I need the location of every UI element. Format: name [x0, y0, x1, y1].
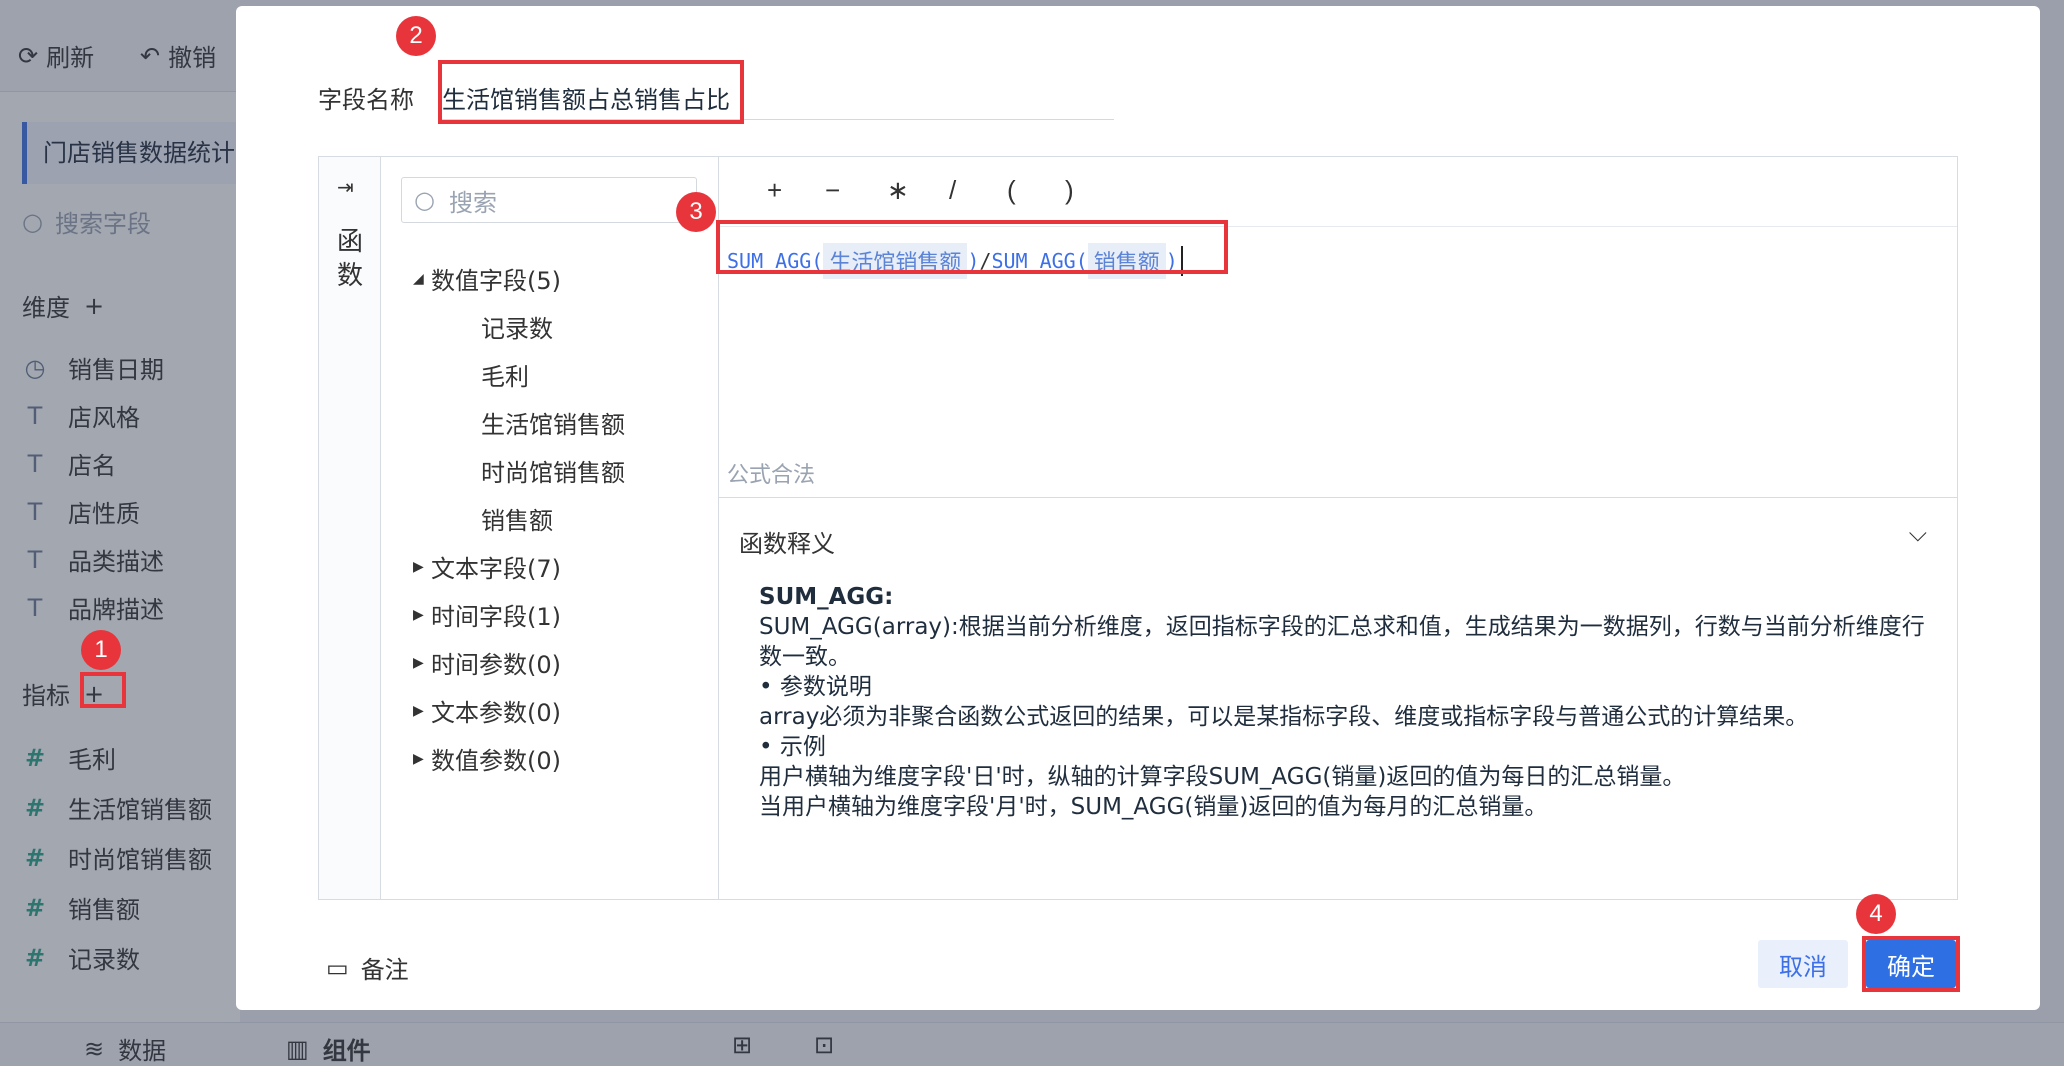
- tree-search-input[interactable]: ○ 搜索: [401, 177, 697, 223]
- expand-arrow-icon: ⇥: [337, 177, 354, 199]
- search-icon: ○: [414, 186, 435, 214]
- tree-group[interactable]: ▶ 时间字段(1): [413, 597, 561, 632]
- caret-right-icon: ▶: [413, 558, 424, 575]
- function-tab[interactable]: 函数: [337, 225, 365, 293]
- comment-icon: ▭: [326, 953, 349, 982]
- function-panel-toggle[interactable]: ⇥ 函数: [319, 157, 381, 899]
- formula-area: + − ∗ / ( ) SUM_AGG( 生活馆销售额 ) / SUM_AGG(…: [719, 157, 1957, 497]
- calculated-field-dialog: 字段名称 生活馆销售额占总销售占比 2 ⇥ 函数 ○ 搜索 ◢ 数值字段(5) …: [236, 6, 2040, 1010]
- highlight-formula: [716, 220, 1228, 274]
- tree-field-item[interactable]: 生活馆销售额: [481, 405, 625, 440]
- tree-group[interactable]: ▶ 时间参数(0): [413, 645, 561, 680]
- tree-group-numeric[interactable]: ◢ 数值字段(5): [413, 261, 561, 296]
- tree-group[interactable]: ▶ 数值参数(0): [413, 741, 561, 776]
- validation-status: 公式合法: [727, 463, 816, 488]
- tree-field-item[interactable]: 时尚馆销售额: [481, 453, 625, 488]
- tree-group[interactable]: ▶ 文本参数(0): [413, 693, 561, 728]
- op-multiply[interactable]: ∗: [887, 175, 909, 206]
- function-explanation: 函数释义 ⌵ SUM_AGG: SUM_AGG(array):根据当前分析维度，…: [719, 497, 1957, 899]
- caret-right-icon: ▶: [413, 750, 424, 767]
- explanation-body: SUM_AGG: SUM_AGG(array):根据当前分析维度，返回指标字段的…: [759, 584, 1925, 820]
- highlight-confirm: [1862, 936, 1960, 992]
- tree-group[interactable]: ▶ 文本字段(7): [413, 549, 561, 584]
- tree-field-item[interactable]: 记录数: [481, 309, 553, 344]
- field-tree: ○ 搜索 ◢ 数值字段(5) 记录数 毛利 生活馆销售额 时尚馆销售额 销售额 …: [381, 157, 719, 899]
- explanation-title: 函数释义: [739, 530, 835, 558]
- tree-field-item[interactable]: 销售额: [481, 501, 553, 536]
- step-badge-2: 2: [396, 16, 436, 56]
- op-right-paren[interactable]: ): [1065, 175, 1074, 206]
- operator-bar: + − ∗ / ( ): [719, 157, 1957, 227]
- caret-right-icon: ▶: [413, 654, 424, 671]
- step-badge-4: 4: [1856, 894, 1896, 934]
- highlight-add-measure: [80, 672, 126, 708]
- caret-right-icon: ▶: [413, 702, 424, 719]
- op-left-paren[interactable]: (: [1007, 175, 1016, 206]
- tree-field-item[interactable]: 毛利: [481, 357, 529, 392]
- op-divide[interactable]: /: [949, 175, 956, 206]
- chevron-down-icon[interactable]: ⌵: [1909, 520, 1927, 548]
- op-plus[interactable]: +: [767, 175, 782, 206]
- op-minus[interactable]: −: [825, 175, 840, 206]
- caret-down-icon: ◢: [413, 270, 424, 287]
- note-button[interactable]: ▭ 备注: [326, 950, 409, 985]
- highlight-field-name: [438, 60, 744, 124]
- cancel-button[interactable]: 取消: [1758, 940, 1848, 988]
- caret-right-icon: ▶: [413, 606, 424, 623]
- step-badge-3: 3: [676, 192, 716, 232]
- step-badge-1: 1: [81, 630, 121, 670]
- field-name-label: 字段名称: [318, 86, 414, 114]
